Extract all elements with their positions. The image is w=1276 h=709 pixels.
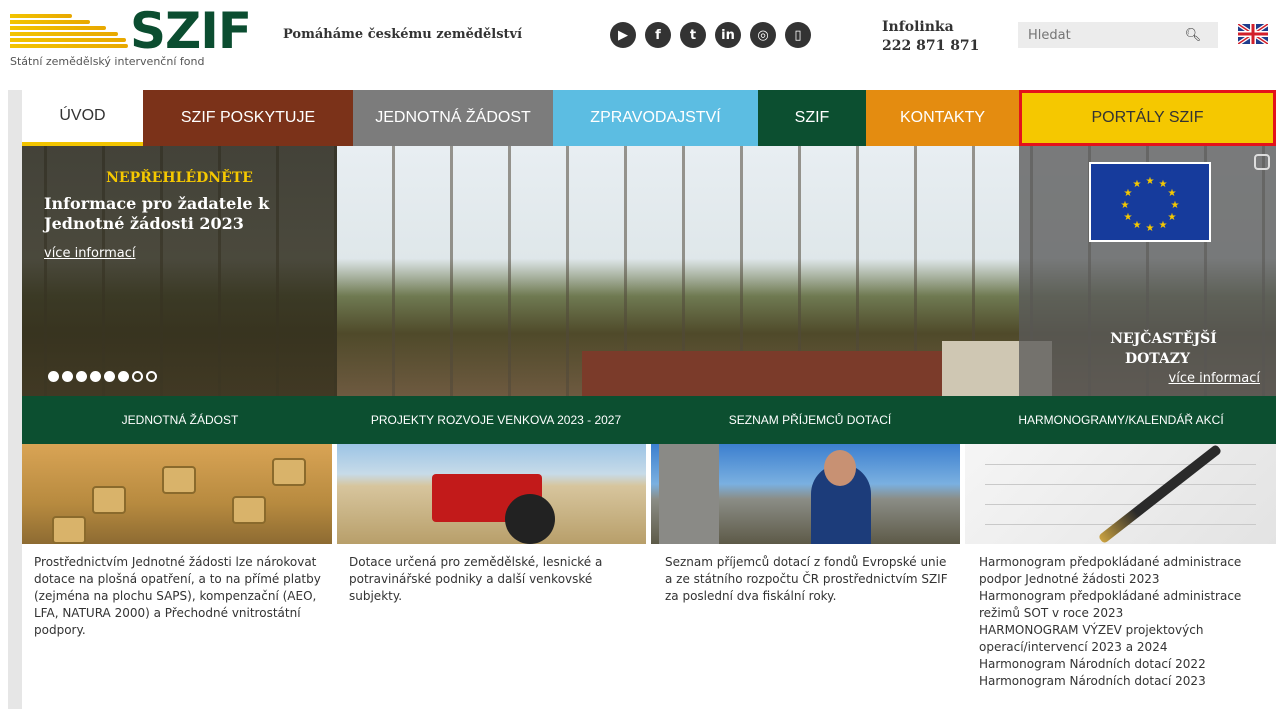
site-header: SZIF Státní zemědělský intervenční fond …: [0, 0, 1276, 82]
svg-text:★: ★: [1124, 212, 1133, 223]
social-links: ▶ f t in ◎ ▯: [610, 22, 811, 48]
svg-text:★: ★: [1159, 220, 1168, 231]
harmonogram-link[interactable]: Harmonogram předpokládané administrace: [979, 588, 1276, 605]
main-nav: ÚVOD SZIF POSKYTUJE JEDNOTNÁ ŽÁDOST ZPRA…: [22, 90, 1276, 146]
svg-text:★: ★: [1124, 188, 1133, 199]
tile-text-projekty: Dotace určená pro zemědělské, lesnické a…: [349, 555, 603, 603]
mobile-icon[interactable]: ▯: [785, 22, 811, 48]
svg-text:★: ★: [1121, 200, 1130, 211]
slider-dot[interactable]: [48, 371, 59, 382]
harmonogram-link[interactable]: podpor Jednotné žádosti 2023: [979, 571, 1276, 588]
linkedin-icon[interactable]: in: [715, 22, 741, 48]
infolink-label: Infolinka: [882, 19, 954, 35]
quick-links-bar: JEDNOTNÁ ŽÁDOST PROJEKTY ROZVOJE VENKOVA…: [22, 396, 1276, 444]
infolink: Infolinka 222 871 871: [882, 18, 979, 56]
tile-text-seznam: Seznam příjemců dotací z fondů Evropské …: [665, 555, 948, 603]
hay-bales-image[interactable]: [22, 444, 332, 544]
slider-dot[interactable]: [76, 371, 87, 382]
svg-text:★: ★: [1168, 188, 1177, 199]
logo-subtitle: Státní zemědělský intervenční fond: [10, 55, 205, 68]
tile-descriptions: Prostřednictvím Jednotné žádosti lze nár…: [22, 554, 1276, 690]
slider-dot[interactable]: [62, 371, 73, 382]
twitter-icon[interactable]: t: [680, 22, 706, 48]
search-input[interactable]: [1018, 23, 1178, 47]
slider-dots: [48, 371, 157, 382]
harmonogram-link[interactable]: HARMONOGRAM VÝZEV projektových: [979, 622, 1276, 639]
search-box: 🔍︎: [1018, 22, 1218, 48]
faq-more-link[interactable]: více informací: [1169, 371, 1260, 386]
faq-panel: ★ ★ ★ ★ ★ ★ ★ ★ ★ ★ ★ ★ NEJČASTĚJŠÍ DOTAZY více …: [1019, 146, 1276, 396]
svg-text:★: ★: [1146, 223, 1155, 234]
hero-kicker: NEPŘEHLÉDNĚTE: [106, 170, 253, 186]
eu-flag-icon: ★ ★ ★ ★ ★ ★ ★ ★ ★ ★ ★ ★: [1089, 162, 1211, 242]
szif-logo[interactable]: SZIF Státní zemědělský intervenční fond: [10, 2, 252, 70]
search-icon[interactable]: 🔍︎: [1178, 28, 1208, 43]
tile-links-harmonogramy: Harmonogram předpokládané administrace p…: [971, 554, 1276, 690]
slider-dot[interactable]: [132, 371, 143, 382]
logo-text: SZIF: [130, 2, 252, 60]
harmonogram-link[interactable]: Harmonogram Národních dotací 2023: [979, 673, 1276, 690]
faq-title-line2[interactable]: DOTAZY: [1029, 351, 1276, 367]
instagram-icon[interactable]: ◎: [750, 22, 776, 48]
svg-text:★: ★: [1159, 179, 1168, 190]
nav-item-zpravodajstvi[interactable]: ZPRAVODAJSTVÍ: [553, 90, 758, 146]
farmer-image[interactable]: [651, 444, 960, 544]
harmonogram-link[interactable]: Harmonogram Národních dotací 2022: [979, 656, 1276, 673]
faq-title-line1[interactable]: NEJČASTĚJŠÍ: [1035, 331, 1276, 347]
nav-item-portaly-szif[interactable]: PORTÁLY SZIF: [1019, 90, 1276, 146]
quick-link-harmonogramy[interactable]: HARMONOGRAMY/KALENDÁŘ AKCÍ: [966, 396, 1276, 444]
slider-dot[interactable]: [90, 371, 101, 382]
scan-icon[interactable]: [1254, 154, 1270, 170]
english-flag-icon[interactable]: [1236, 22, 1270, 46]
tagline: Pomáháme českému zemědělství: [283, 27, 523, 42]
nav-item-jednotna-zadost[interactable]: JEDNOTNÁ ŽÁDOST: [353, 90, 553, 146]
youtube-icon[interactable]: ▶: [610, 22, 636, 48]
svg-text:★: ★: [1171, 200, 1180, 211]
quick-link-seznam-prijemcu[interactable]: SEZNAM PŘÍJEMCŮ DOTACÍ: [654, 396, 966, 444]
svg-text:★: ★: [1146, 176, 1155, 187]
harmonogram-link[interactable]: Harmonogram předpokládané administrace: [979, 554, 1276, 571]
nav-item-szif-poskytuje[interactable]: SZIF POSKYTUJE: [143, 90, 353, 146]
svg-text:★: ★: [1133, 179, 1142, 190]
tile-text-jednotna-zadost: Prostřednictvím Jednotné žádosti lze nár…: [34, 555, 321, 637]
hero-news-panel: NEPŘEHLÉDNĚTE Informace pro žadatele k J…: [22, 146, 337, 396]
nav-item-szif[interactable]: SZIF: [758, 90, 866, 146]
left-edge-bar: [8, 90, 22, 709]
tile-images: [22, 444, 1276, 544]
svg-text:★: ★: [1168, 212, 1177, 223]
hero-title[interactable]: Informace pro žadatele k Jednotné žádost…: [44, 194, 324, 234]
harmonogram-link[interactable]: operací/intervencí 2023 a 2024: [979, 639, 1276, 656]
slider-dot[interactable]: [104, 371, 115, 382]
nav-item-uvod[interactable]: ÚVOD: [22, 90, 143, 146]
logo-stripes-graphic: [10, 14, 128, 50]
svg-text:★: ★: [1133, 220, 1142, 231]
harmonogram-link[interactable]: režimů SOT v roce 2023: [979, 605, 1276, 622]
slider-dot[interactable]: [146, 371, 157, 382]
hero-house-roof: [582, 351, 982, 396]
nav-item-kontakty[interactable]: KONTAKTY: [866, 90, 1019, 146]
hero-more-link[interactable]: více informací: [44, 246, 135, 261]
infolink-number[interactable]: 222 871 871: [882, 37, 979, 56]
eu-stars: ★ ★★ ★★★ ★★★ ★★★: [1121, 176, 1180, 234]
calendar-pen-image[interactable]: [965, 444, 1276, 544]
facebook-icon[interactable]: f: [645, 22, 671, 48]
slider-dot[interactable]: [118, 371, 129, 382]
tractor-image[interactable]: [337, 444, 646, 544]
hero-slider: NEPŘEHLÉDNĚTE Informace pro žadatele k J…: [22, 146, 1276, 396]
quick-link-jednotna-zadost[interactable]: JEDNOTNÁ ŽÁDOST: [22, 396, 338, 444]
quick-link-projekty-rozvoje[interactable]: PROJEKTY ROZVOJE VENKOVA 2023 - 2027: [338, 396, 654, 444]
